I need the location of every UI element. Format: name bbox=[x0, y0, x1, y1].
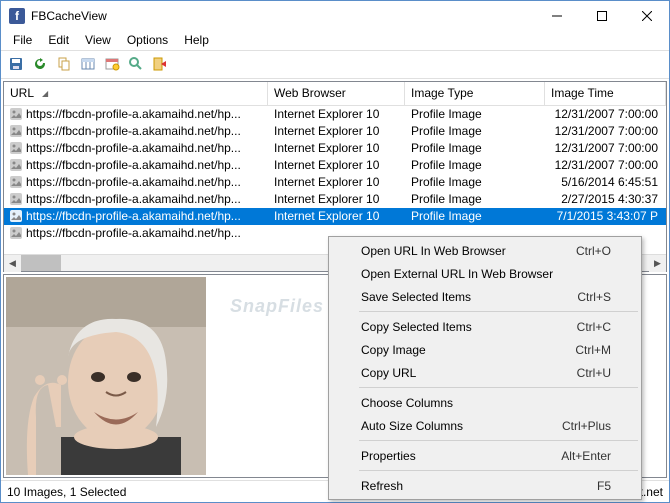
copy-icon[interactable] bbox=[53, 53, 75, 75]
cell-type: Profile Image bbox=[405, 209, 545, 223]
cell-time: 7/1/2015 3:43:07 P bbox=[545, 209, 666, 223]
find-icon[interactable] bbox=[125, 53, 147, 75]
cell-url: https://fbcdn-profile-a.akamaihd.net/hp.… bbox=[26, 226, 241, 240]
cm-copy-image[interactable]: Copy ImageCtrl+M bbox=[331, 338, 639, 361]
refresh-icon[interactable] bbox=[29, 53, 51, 75]
cell-type: Profile Image bbox=[405, 175, 545, 189]
column-browser[interactable]: Web Browser bbox=[268, 82, 405, 105]
maximize-button[interactable] bbox=[579, 1, 624, 31]
sort-indicator-icon: ◢ bbox=[42, 89, 48, 98]
cell-time: 12/31/2007 7:00:00 bbox=[545, 107, 666, 121]
cell-type: Profile Image bbox=[405, 107, 545, 121]
cm-separator bbox=[359, 311, 638, 312]
image-icon bbox=[10, 176, 22, 188]
cell-url: https://fbcdn-profile-a.akamaihd.net/hp.… bbox=[26, 192, 241, 206]
cm-copy-url[interactable]: Copy URLCtrl+U bbox=[331, 361, 639, 384]
cell-url: https://fbcdn-profile-a.akamaihd.net/hp.… bbox=[26, 124, 241, 138]
cm-refresh[interactable]: RefreshF5 bbox=[331, 474, 639, 497]
image-icon bbox=[10, 142, 22, 154]
image-icon bbox=[10, 108, 22, 120]
image-icon bbox=[10, 210, 22, 222]
cm-open-external[interactable]: Open External URL In Web Browser bbox=[331, 262, 639, 285]
cell-browser: Internet Explorer 10 bbox=[268, 192, 405, 206]
cm-properties[interactable]: PropertiesAlt+Enter bbox=[331, 444, 639, 467]
image-icon bbox=[10, 159, 22, 171]
cm-separator bbox=[359, 470, 638, 471]
menu-view[interactable]: View bbox=[77, 31, 119, 49]
image-icon bbox=[10, 125, 22, 137]
window-title: FBCacheView bbox=[31, 9, 534, 23]
cell-time: 5/16/2014 6:45:51 bbox=[545, 175, 666, 189]
cell-type: Profile Image bbox=[405, 158, 545, 172]
menu-options[interactable]: Options bbox=[119, 31, 176, 49]
table-row[interactable]: https://fbcdn-profile-a.akamaihd.net/hp.… bbox=[4, 157, 666, 174]
cm-separator bbox=[359, 440, 638, 441]
cell-browser: Internet Explorer 10 bbox=[268, 124, 405, 138]
column-type[interactable]: Image Type bbox=[405, 82, 545, 105]
cm-open-url[interactable]: Open URL In Web BrowserCtrl+O bbox=[331, 239, 639, 262]
menu-edit[interactable]: Edit bbox=[40, 31, 77, 49]
columns-icon[interactable] bbox=[77, 53, 99, 75]
image-icon bbox=[10, 193, 22, 205]
title-bar: f FBCacheView bbox=[1, 1, 669, 31]
close-button[interactable] bbox=[624, 1, 669, 31]
minimize-button[interactable] bbox=[534, 1, 579, 31]
table-row[interactable]: https://fbcdn-profile-a.akamaihd.net/hp.… bbox=[4, 140, 666, 157]
cell-url: https://fbcdn-profile-a.akamaihd.net/hp.… bbox=[26, 175, 241, 189]
cm-separator bbox=[359, 387, 638, 388]
cell-browser: Internet Explorer 10 bbox=[268, 141, 405, 155]
cell-time: 12/31/2007 7:00:00 bbox=[545, 141, 666, 155]
table-row[interactable]: https://fbcdn-profile-a.akamaihd.net/hp.… bbox=[4, 123, 666, 140]
scroll-left-icon[interactable]: ◀ bbox=[4, 255, 21, 272]
exit-icon[interactable] bbox=[149, 53, 171, 75]
cm-copy-selected[interactable]: Copy Selected ItemsCtrl+C bbox=[331, 315, 639, 338]
cell-time: 2/27/2015 4:30:37 bbox=[545, 192, 666, 206]
menu-help[interactable]: Help bbox=[176, 31, 217, 49]
table-row[interactable]: https://fbcdn-profile-a.akamaihd.net/hp.… bbox=[4, 106, 666, 123]
column-headers: URL◢ Web Browser Image Type Image Time bbox=[4, 82, 666, 106]
cm-save-selected[interactable]: Save Selected ItemsCtrl+S bbox=[331, 285, 639, 308]
cell-type: Profile Image bbox=[405, 192, 545, 206]
table-row[interactable]: https://fbcdn-profile-a.akamaihd.net/hp.… bbox=[4, 208, 666, 225]
cell-url: https://fbcdn-profile-a.akamaihd.net/hp.… bbox=[26, 141, 241, 155]
context-menu: Open URL In Web BrowserCtrl+O Open Exter… bbox=[328, 236, 642, 500]
column-time[interactable]: Image Time bbox=[545, 82, 666, 105]
cell-time: 12/31/2007 7:00:00 bbox=[545, 124, 666, 138]
properties-icon[interactable] bbox=[101, 53, 123, 75]
image-icon bbox=[10, 227, 22, 239]
toolbar bbox=[1, 51, 669, 79]
cell-url: https://fbcdn-profile-a.akamaihd.net/hp.… bbox=[26, 209, 241, 223]
menu-bar: File Edit View Options Help bbox=[1, 31, 669, 51]
cm-auto-size[interactable]: Auto Size ColumnsCtrl+Plus bbox=[331, 414, 639, 437]
cell-time: 12/31/2007 7:00:00 bbox=[545, 158, 666, 172]
column-url[interactable]: URL◢ bbox=[4, 82, 268, 105]
cell-browser: Internet Explorer 10 bbox=[268, 175, 405, 189]
scroll-thumb[interactable] bbox=[21, 255, 61, 271]
table-row[interactable]: https://fbcdn-profile-a.akamaihd.net/hp.… bbox=[4, 191, 666, 208]
menu-file[interactable]: File bbox=[5, 31, 40, 49]
cell-type: Profile Image bbox=[405, 124, 545, 138]
save-icon[interactable] bbox=[5, 53, 27, 75]
cell-browser: Internet Explorer 10 bbox=[268, 209, 405, 223]
scroll-right-icon[interactable]: ▶ bbox=[649, 255, 666, 272]
cell-type: Profile Image bbox=[405, 141, 545, 155]
cm-choose-columns[interactable]: Choose Columns bbox=[331, 391, 639, 414]
cell-browser: Internet Explorer 10 bbox=[268, 107, 405, 121]
preview-image bbox=[6, 277, 206, 475]
app-icon: f bbox=[9, 8, 25, 24]
list-body[interactable]: https://fbcdn-profile-a.akamaihd.net/hp.… bbox=[4, 106, 666, 254]
table-row[interactable]: https://fbcdn-profile-a.akamaihd.net/hp.… bbox=[4, 174, 666, 191]
cell-url: https://fbcdn-profile-a.akamaihd.net/hp.… bbox=[26, 107, 241, 121]
cell-url: https://fbcdn-profile-a.akamaihd.net/hp.… bbox=[26, 158, 241, 172]
cell-browser: Internet Explorer 10 bbox=[268, 158, 405, 172]
